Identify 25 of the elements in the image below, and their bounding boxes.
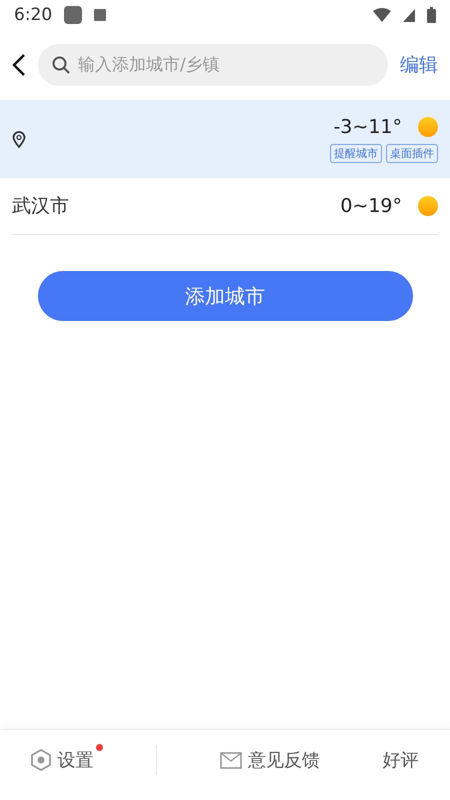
location-pin-icon xyxy=(12,130,26,148)
mail-icon xyxy=(220,752,242,768)
search-input[interactable]: 输入添加城市/乡镇 xyxy=(76,54,374,76)
city-tag: 桌面插件 xyxy=(386,144,438,162)
city-row[interactable]: -3~11° 提醒城市 桌面插件 xyxy=(0,100,450,178)
edit-link[interactable]: 编辑 xyxy=(400,52,438,78)
bottom-bar-item[interactable]: 设置 xyxy=(57,748,94,772)
temperature-range: -3~11° xyxy=(333,116,402,138)
sun-icon xyxy=(418,196,438,216)
signal-icon xyxy=(403,8,415,22)
sun-icon xyxy=(418,116,438,136)
bottom-bar-item[interactable]: 好评 xyxy=(382,748,419,772)
status-time: 6:20 xyxy=(14,5,52,25)
search-icon xyxy=(52,56,70,74)
city-tag: 提醒城市 xyxy=(330,144,382,162)
hexagon-icon xyxy=(31,749,52,771)
wifi-icon xyxy=(373,8,391,22)
add-city-button[interactable]: 添加城市 xyxy=(38,271,412,321)
battery-icon xyxy=(427,7,436,23)
city-name: 武汉市 xyxy=(12,194,69,219)
bottom-bar-item[interactable]: 意见反馈 xyxy=(248,748,320,772)
search-field[interactable]: 输入添加城市/乡镇 xyxy=(38,44,388,86)
temperature-range: 0~19° xyxy=(340,195,402,217)
back-icon[interactable] xyxy=(12,54,26,76)
app-notification-icon xyxy=(64,6,82,24)
